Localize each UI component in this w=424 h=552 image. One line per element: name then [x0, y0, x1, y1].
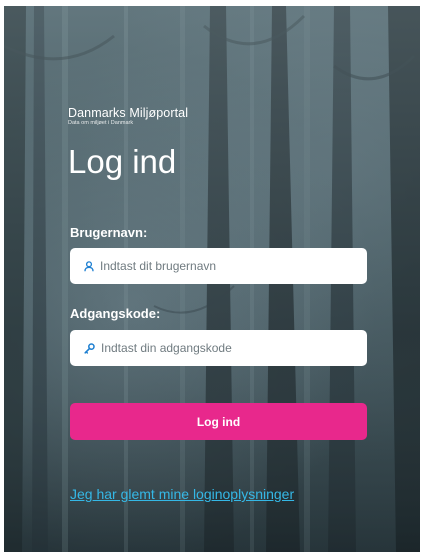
password-label: Adgangskode:	[70, 306, 161, 321]
username-label: Brugernavn:	[70, 225, 148, 240]
login-page: Danmarks Miljøportal Data om miljøet i D…	[0, 0, 424, 552]
password-field[interactable]: Indtast din adgangskode	[70, 330, 367, 366]
brand-subtitle: Data om miljøet i Danmark	[68, 120, 134, 126]
key-icon	[84, 342, 95, 354]
password-placeholder: Indtast din adgangskode	[101, 341, 232, 355]
page-title: Log ind	[68, 143, 177, 180]
login-button[interactable]: Log ind	[70, 403, 367, 440]
brand-name: Danmarks Miljøportal	[68, 106, 189, 120]
username-field[interactable]: Indtast dit brugernavn	[70, 248, 367, 284]
brand-logo: Danmarks Miljøportal Data om miljøet i D…	[68, 106, 188, 127]
username-placeholder: Indtast dit brugernavn	[100, 259, 217, 273]
forgot-login-link[interactable]: Jeg har glemt mine loginoplysninger	[70, 486, 294, 502]
user-icon	[84, 260, 94, 272]
